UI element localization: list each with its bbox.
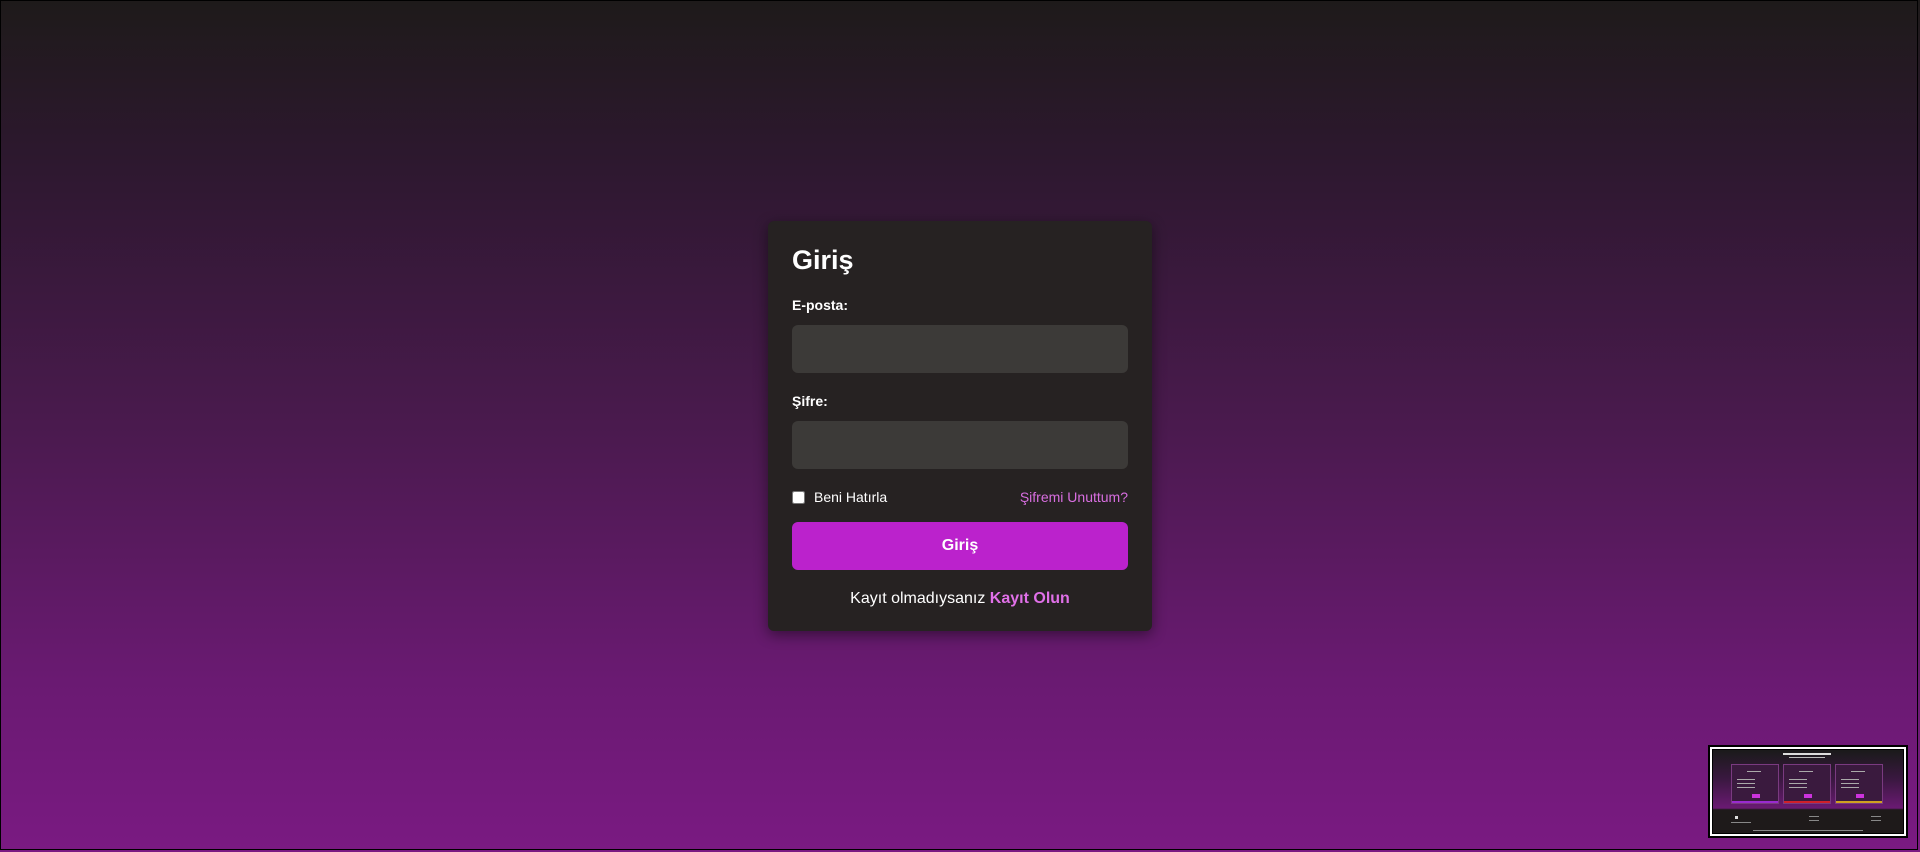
email-label: E-posta:	[792, 297, 848, 313]
thumbnail-plan-card	[1783, 764, 1831, 804]
login-card: Giriş E-posta: Şifre: Beni Hatırla Şifre…	[768, 221, 1152, 631]
remember-me[interactable]: Beni Hatırla	[792, 489, 887, 505]
thumbnail-content	[1712, 749, 1904, 834]
page-preview-thumbnail[interactable]	[1708, 745, 1908, 838]
register-prompt: Kayıt olmadıysanız	[850, 590, 990, 607]
thumbnail-plan-card	[1731, 764, 1779, 804]
login-button[interactable]: Giriş	[792, 522, 1128, 570]
register-line: Kayıt olmadıysanız Kayıt Olun	[792, 590, 1128, 608]
remember-checkbox[interactable]	[792, 490, 805, 504]
email-field[interactable]	[792, 325, 1128, 373]
password-field[interactable]	[792, 421, 1128, 469]
register-link[interactable]: Kayıt Olun	[990, 590, 1070, 607]
options-row: Beni Hatırla Şifremi Unuttum?	[792, 487, 1128, 507]
remember-label: Beni Hatırla	[814, 489, 888, 505]
password-label: Şifre:	[792, 393, 828, 409]
thumbnail-heading	[1783, 753, 1831, 755]
forgot-password-link[interactable]: Şifremi Unuttum?	[1020, 489, 1128, 505]
login-title: Giriş	[792, 245, 854, 275]
thumbnail-subheading	[1789, 757, 1825, 758]
thumbnail-plan-card	[1835, 764, 1883, 804]
